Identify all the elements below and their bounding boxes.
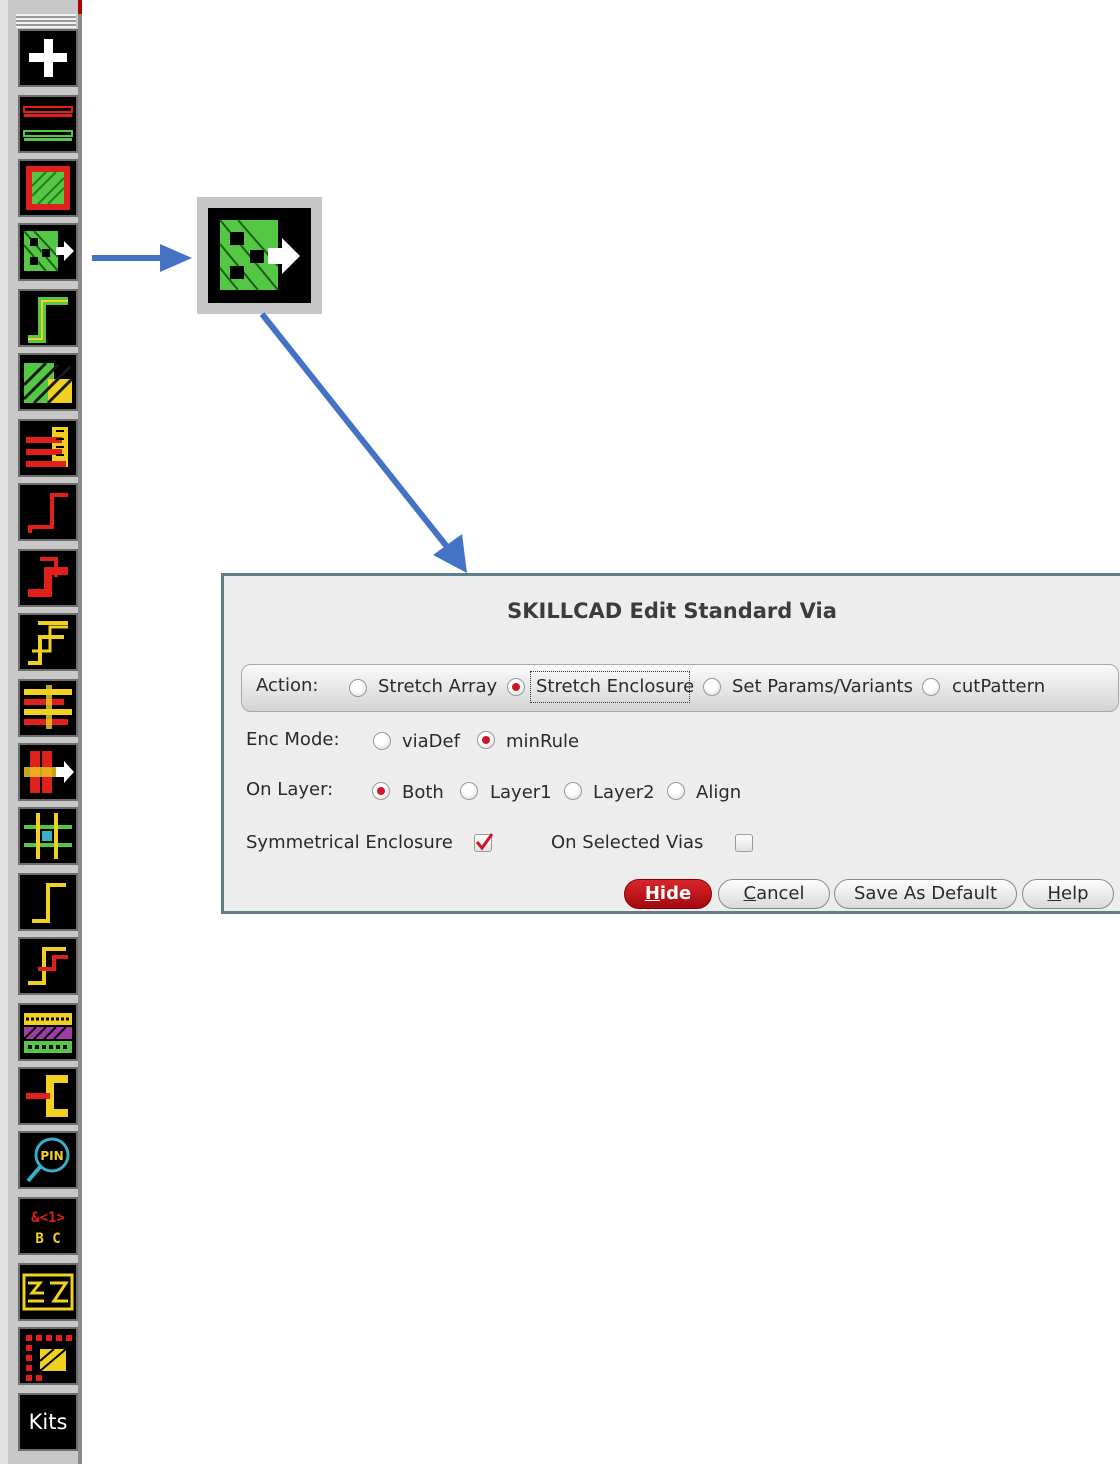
radio-layer1[interactable]: [460, 782, 478, 800]
layer2-label[interactable]: Layer2: [593, 782, 655, 803]
radio-minrule[interactable]: [477, 731, 495, 749]
cancel-button[interactable]: Cancel: [718, 879, 830, 909]
hide-mnemonic: H: [644, 883, 660, 904]
bus-rename-top: &<1>: [31, 1210, 65, 1226]
double-step-icon[interactable]: [18, 613, 78, 671]
via-move-icon[interactable]: [18, 743, 78, 801]
zigzag-wire-icon[interactable]: [18, 549, 78, 607]
radio-set-params[interactable]: [703, 678, 721, 696]
add-icon[interactable]: [18, 29, 78, 87]
cancel-label: ancel: [756, 883, 805, 904]
kits-button[interactable]: Kits: [18, 1393, 78, 1451]
single-corner-icon[interactable]: [18, 873, 78, 931]
bus-rename-icon[interactable]: &<1> B C: [18, 1197, 78, 1255]
enc-mode-label: Enc Mode:: [246, 729, 340, 750]
cancel-mnemonic: C: [743, 883, 757, 904]
arrow-toolbar-to-zoom: [92, 244, 192, 272]
pin-search-icon[interactable]: PIN: [18, 1131, 78, 1189]
save-as-default-button[interactable]: Save As Default: [834, 879, 1017, 909]
help-mnemonic: H: [1047, 883, 1062, 904]
radio-stretch-array[interactable]: [349, 679, 367, 697]
via-stretch-icon[interactable]: [18, 223, 78, 281]
align-label[interactable]: Align: [696, 782, 741, 803]
layer1-label[interactable]: Layer1: [490, 782, 552, 803]
arrow-zoom-to-dialog: [259, 312, 467, 573]
radio-cut-pattern[interactable]: [922, 678, 940, 696]
bus-bars-icon[interactable]: [18, 679, 78, 737]
checkmark-icon: [475, 833, 494, 851]
on-selected-vias-label: On Selected Vias: [551, 832, 704, 853]
dialog-title: SKILLCAD Edit Standard Via: [507, 599, 837, 623]
kits-label: Kits: [28, 1410, 68, 1434]
on-layer-label: On Layer:: [246, 779, 334, 800]
help-label: elp: [1061, 883, 1089, 904]
zigzag-fill-icon[interactable]: [18, 1263, 78, 1321]
fill-box-icon[interactable]: [18, 159, 78, 217]
symmetrical-enclosure-checkbox[interactable]: [474, 833, 494, 852]
radio-both[interactable]: [372, 782, 390, 800]
edit-standard-via-dialog: SKILLCAD Edit Standard Via Action: Stret…: [221, 573, 1120, 914]
both-label[interactable]: Both: [402, 782, 444, 803]
layer-lines-icon[interactable]: [18, 95, 78, 153]
radio-layer2[interactable]: [564, 782, 582, 800]
radio-stretch-enclosure[interactable]: [507, 678, 525, 696]
viadef-label[interactable]: viaDef: [402, 731, 460, 752]
hatched-area-icon[interactable]: [18, 353, 78, 411]
step-wire-icon[interactable]: [18, 289, 78, 347]
radio-viadef[interactable]: [373, 732, 391, 750]
radio-align[interactable]: [667, 782, 685, 800]
hide-button[interactable]: Hide: [624, 879, 712, 909]
vertical-toolbar: PIN &<1> B C Kits: [0, 0, 82, 1464]
pattern-fill-icon[interactable]: [18, 1003, 78, 1061]
cut-pattern-label[interactable]: cutPattern: [952, 676, 1045, 697]
hide-label: ide: [659, 883, 692, 904]
bus-rename-bottom: B C: [35, 1231, 60, 1247]
corner-wire-icon[interactable]: [18, 483, 78, 541]
cross-grid-icon[interactable]: [18, 807, 78, 865]
action-label: Action:: [256, 675, 319, 696]
step-corner-icon[interactable]: [18, 937, 78, 995]
set-params-label[interactable]: Set Params/Variants: [732, 676, 913, 697]
action-radio-group: Action: Stretch Array Stretch Enclosure …: [241, 664, 1119, 712]
minrule-label[interactable]: minRule: [506, 731, 579, 752]
pin-label: PIN: [40, 1149, 63, 1163]
stretch-enclosure-label[interactable]: Stretch Enclosure: [536, 676, 694, 697]
toolbar-edge-marker: [78, 0, 82, 14]
symmetrical-enclosure-label: Symmetrical Enclosure: [246, 832, 453, 853]
help-button[interactable]: Help: [1022, 879, 1114, 909]
connector-icon[interactable]: [18, 1067, 78, 1125]
bus-stack-icon[interactable]: [18, 419, 78, 477]
zoomed-via-stretch-icon: [197, 197, 322, 314]
on-selected-vias-checkbox[interactable]: [735, 834, 753, 852]
stretch-array-label[interactable]: Stretch Array: [378, 676, 497, 697]
toolbar-grip[interactable]: [16, 14, 76, 28]
via-grid-icon[interactable]: [18, 1327, 78, 1385]
